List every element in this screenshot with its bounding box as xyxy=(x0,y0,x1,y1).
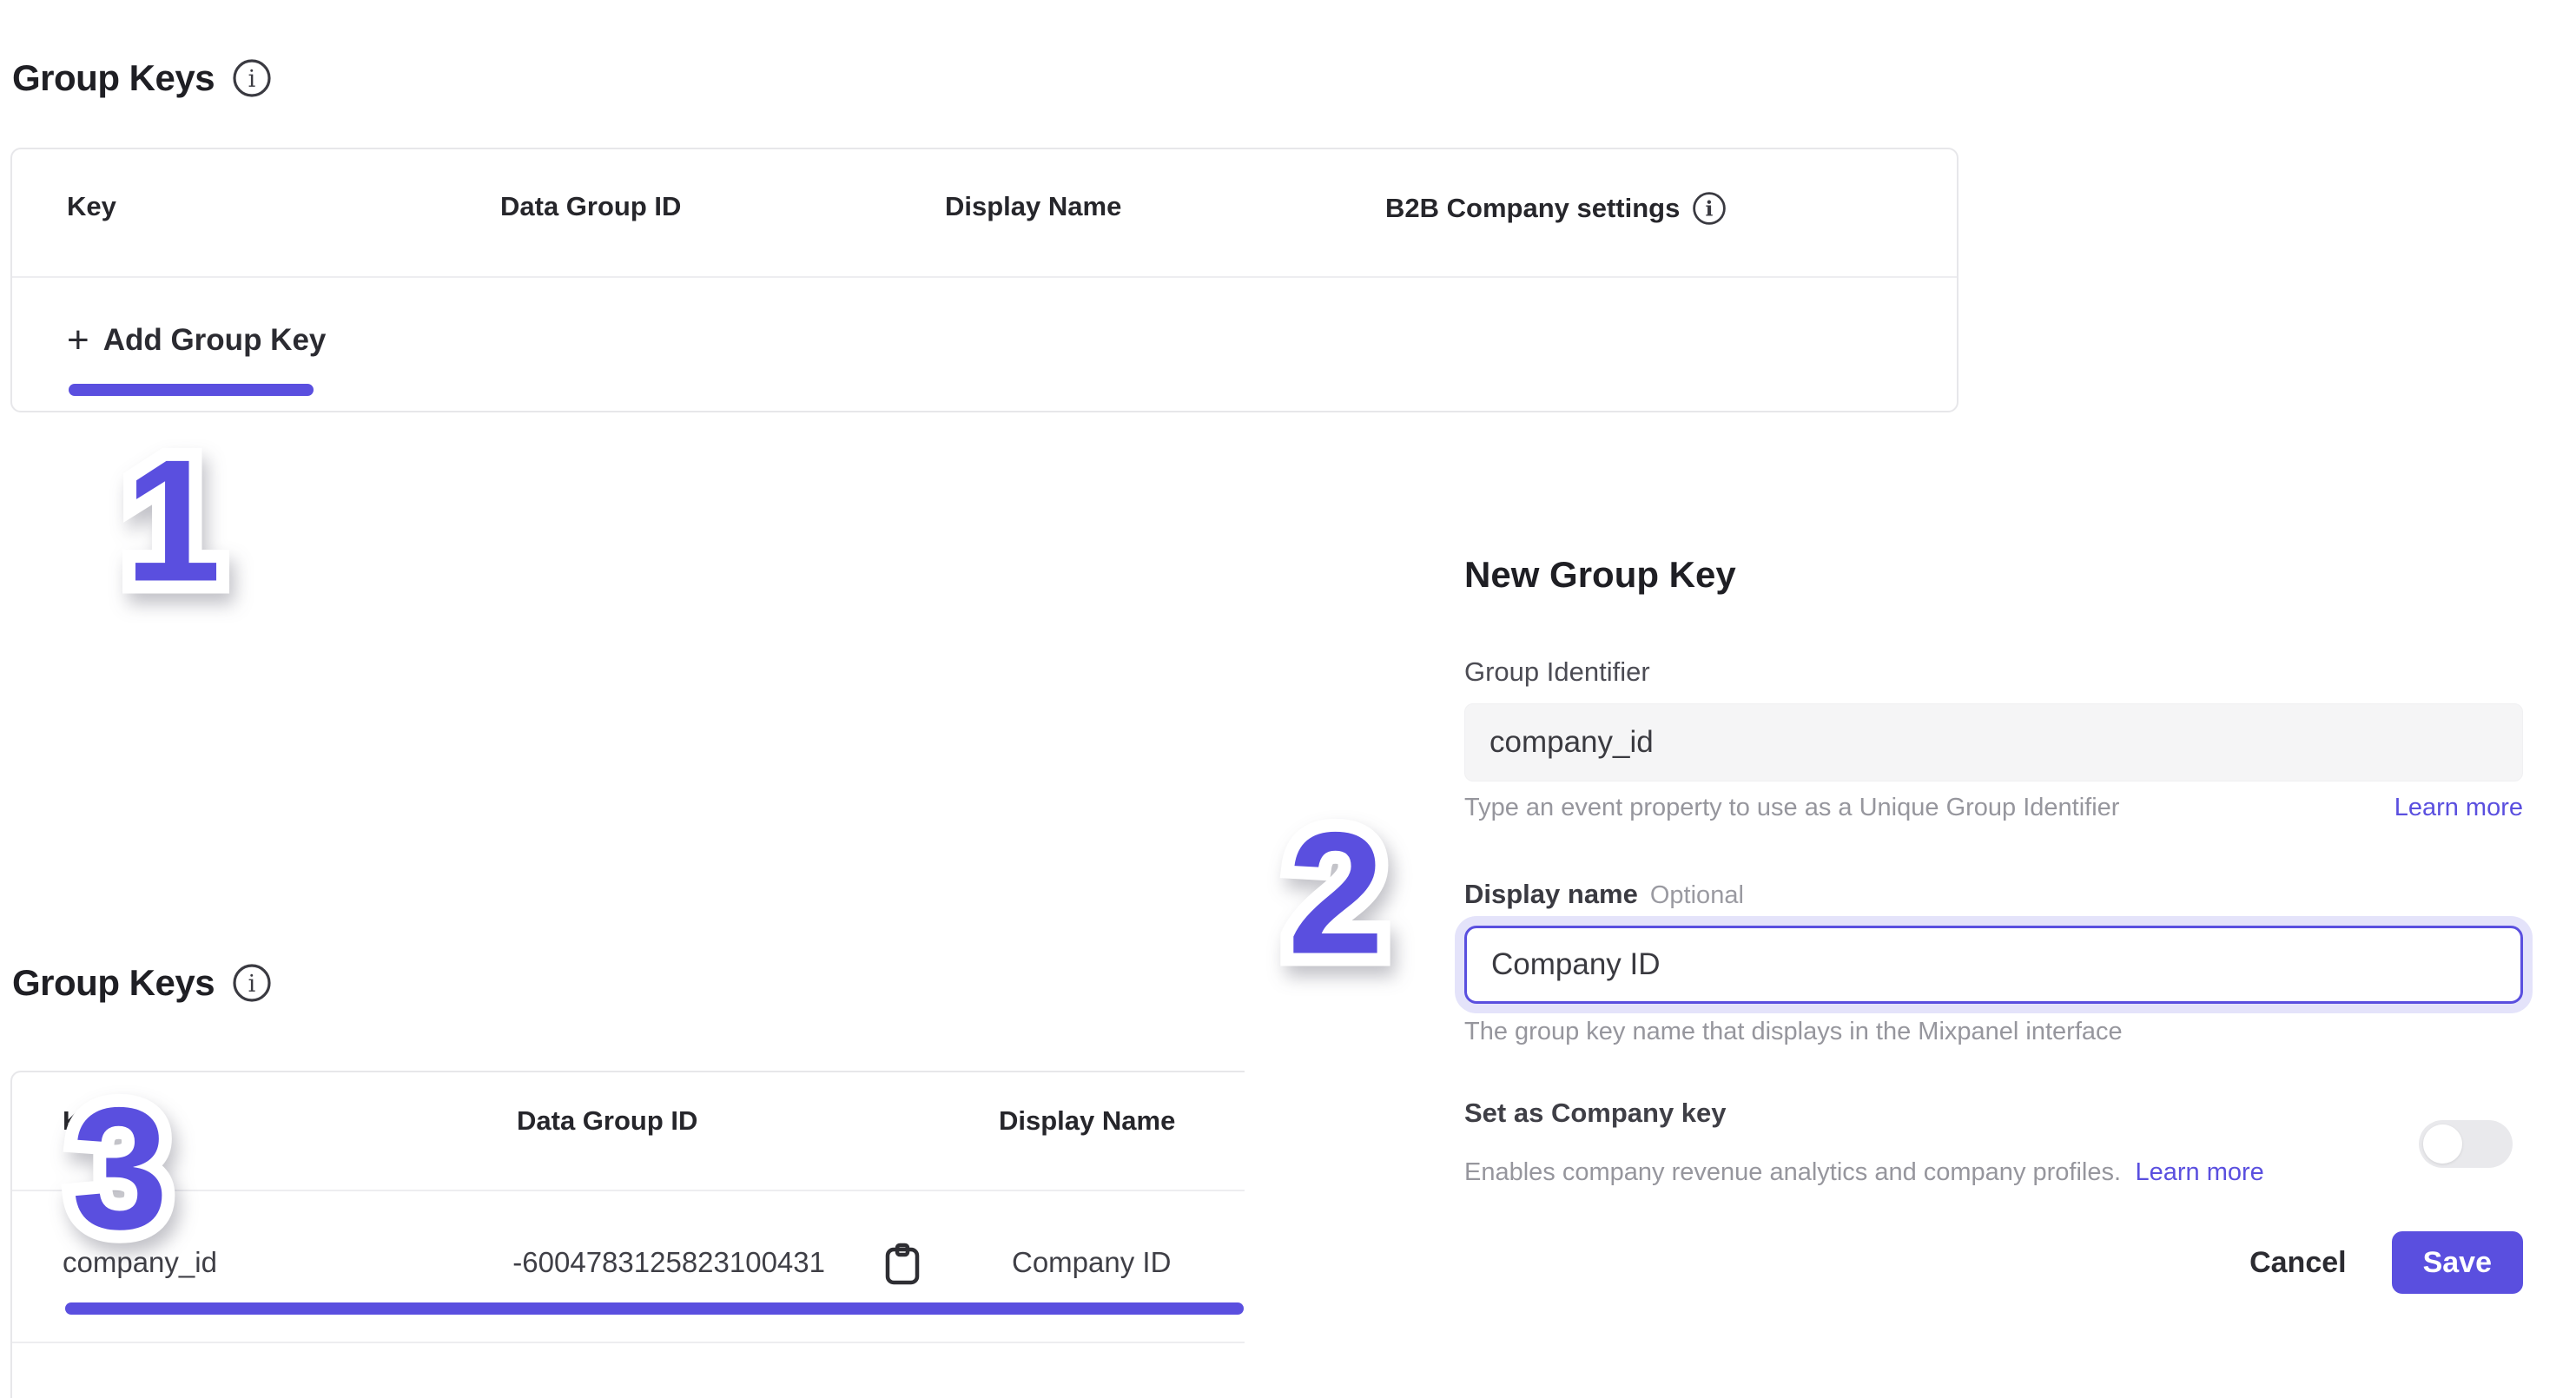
row-display-name-cell: Company ID xyxy=(1012,1246,1171,1279)
save-button[interactable]: Save xyxy=(2392,1231,2523,1294)
company-key-helper-row: Enables company revenue analytics and co… xyxy=(1464,1158,2264,1187)
step-badge-3: 3 xyxy=(42,1075,198,1249)
column-header-display-name: Display Name xyxy=(945,191,1121,222)
display-name-input[interactable]: Company ID xyxy=(1464,926,2523,1004)
company-key-helper: Enables company revenue analytics and co… xyxy=(1464,1158,2121,1186)
row-key-cell: company_id xyxy=(63,1246,217,1279)
group-keys-heading-bottom: Group Keys i xyxy=(12,962,272,1004)
step1-highlight-underline xyxy=(69,384,314,396)
column-header-data-group-id: Data Group ID xyxy=(517,1105,697,1137)
group-identifier-label: Group Identifier xyxy=(1464,656,1650,688)
learn-more-link[interactable]: Learn more xyxy=(2394,794,2523,822)
svg-text:i: i xyxy=(1706,197,1714,221)
group-identifier-value: company_id xyxy=(1489,725,1654,760)
company-key-label: Set as Company key xyxy=(1464,1098,1727,1129)
display-name-label-row: Display name Optional xyxy=(1464,879,1744,910)
column-header-b2b-settings: B2B Company settings i xyxy=(1385,191,1727,226)
form-title: New Group Key xyxy=(1464,554,1736,596)
group-identifier-helper-row: Type an event property to use as a Uniqu… xyxy=(1464,794,2523,822)
column-header-data-group-id: Data Group ID xyxy=(500,191,681,222)
column-header-display-name: Display Name xyxy=(999,1105,1175,1137)
svg-text:i: i xyxy=(248,971,256,998)
group-keys-title: Group Keys xyxy=(12,57,215,99)
group-identifier-helper: Type an event property to use as a Uniqu… xyxy=(1464,794,2119,822)
b2b-settings-label: B2B Company settings xyxy=(1385,193,1680,224)
add-group-key-button[interactable]: + Add Group Key xyxy=(67,321,326,359)
display-name-label: Display name xyxy=(1464,879,1638,910)
column-header-key: Key xyxy=(67,191,116,222)
add-group-key-label: Add Group Key xyxy=(103,323,327,358)
copy-icon[interactable] xyxy=(882,1243,922,1286)
display-name-value: Company ID xyxy=(1491,947,1661,982)
plus-icon: + xyxy=(67,321,89,359)
svg-text:i: i xyxy=(248,66,256,93)
cancel-button[interactable]: Cancel xyxy=(2249,1246,2347,1280)
display-name-helper: The group key name that displays in the … xyxy=(1464,1018,2123,1046)
svg-text:3: 3 xyxy=(71,1075,168,1249)
group-keys-title: Group Keys xyxy=(12,962,215,1004)
learn-more-link[interactable]: Learn more xyxy=(2136,1158,2264,1186)
company-key-toggle[interactable] xyxy=(2419,1120,2513,1168)
info-icon[interactable]: i xyxy=(232,963,272,1003)
table-header-divider xyxy=(12,276,1957,278)
svg-text:2: 2 xyxy=(1287,797,1384,979)
group-keys-table-top: Key Data Group ID Display Name B2B Compa… xyxy=(10,148,1958,412)
info-icon[interactable]: i xyxy=(1692,191,1727,226)
info-icon[interactable]: i xyxy=(232,58,272,98)
group-keys-heading-top: Group Keys i xyxy=(12,57,272,99)
group-identifier-input[interactable]: company_id xyxy=(1464,703,2523,781)
step3-highlight-underline xyxy=(65,1302,1244,1315)
toggle-knob xyxy=(2423,1124,2462,1164)
form-actions: Cancel Save xyxy=(2223,1231,2523,1294)
row-data-group-id-cell: -6004783125823100431 xyxy=(273,1246,825,1279)
step-badge-1: 1 xyxy=(95,427,251,601)
svg-text:1: 1 xyxy=(124,427,221,601)
display-name-optional: Optional xyxy=(1650,881,1744,910)
step-badge-2: 2 xyxy=(1253,795,1418,978)
table-row-divider xyxy=(12,1342,1245,1343)
